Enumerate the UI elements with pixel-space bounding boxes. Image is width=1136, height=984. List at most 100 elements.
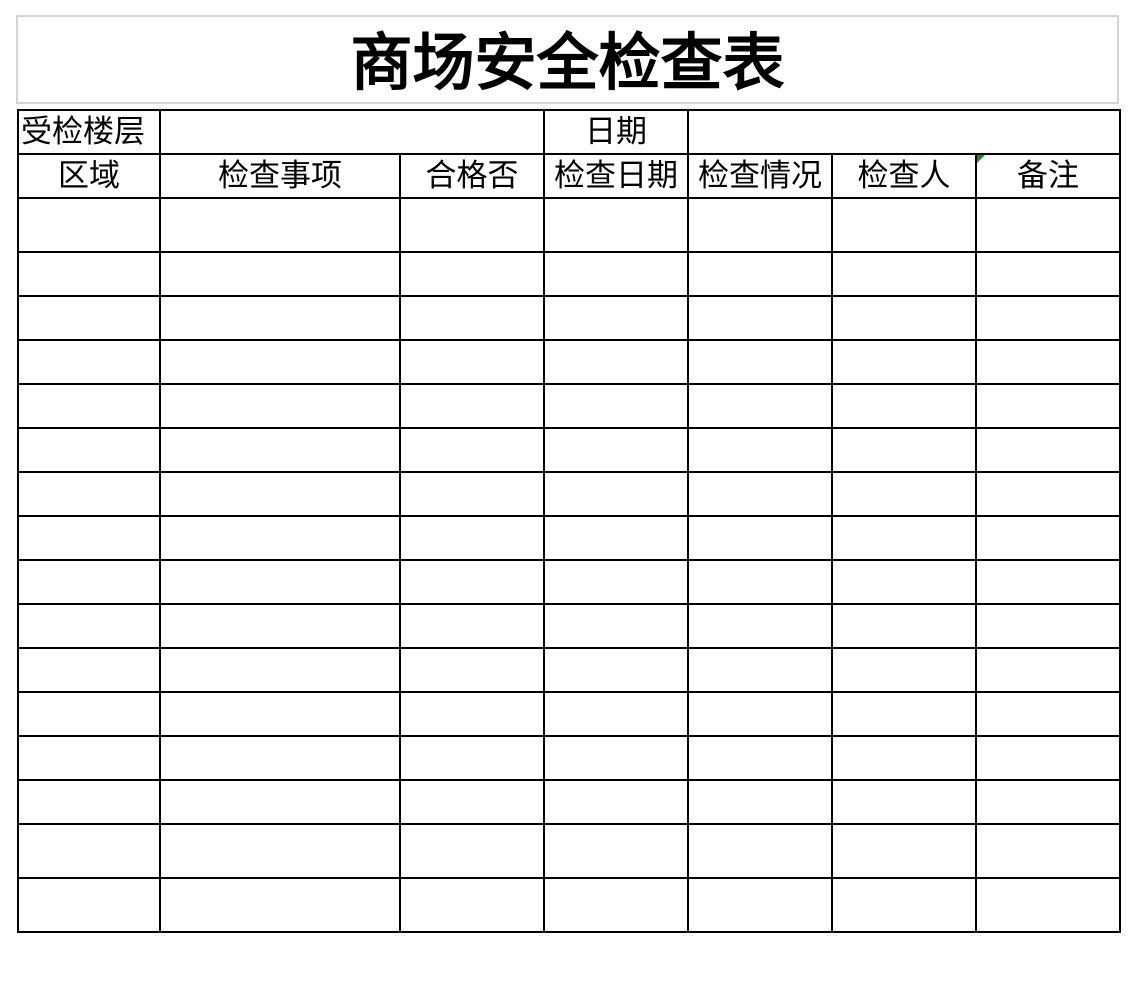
table-cell[interactable]: [17, 691, 161, 737]
table-cell[interactable]: [543, 295, 689, 341]
table-cell[interactable]: [17, 823, 161, 879]
table-cell[interactable]: [831, 471, 977, 517]
table-cell[interactable]: [974, 471, 1122, 517]
table-cell[interactable]: [17, 251, 161, 297]
table-cell[interactable]: [543, 647, 689, 693]
table-cell[interactable]: [974, 251, 1122, 297]
title-cell[interactable]: 商场安全检查表: [16, 15, 1119, 104]
table-cell[interactable]: [17, 383, 161, 429]
table-cell[interactable]: [687, 471, 833, 517]
table-cell[interactable]: [399, 251, 545, 297]
table-cell[interactable]: [17, 559, 161, 605]
table-cell[interactable]: [687, 427, 833, 473]
table-cell[interactable]: [159, 197, 401, 253]
table-cell[interactable]: [159, 515, 401, 561]
table-cell[interactable]: [831, 197, 977, 253]
table-cell[interactable]: [17, 295, 161, 341]
table-cell[interactable]: [543, 691, 689, 737]
table-cell[interactable]: [831, 427, 977, 473]
table-cell[interactable]: [687, 877, 833, 933]
table-cell[interactable]: [974, 515, 1122, 561]
table-cell[interactable]: [159, 339, 401, 385]
table-cell[interactable]: [687, 691, 833, 737]
table-cell[interactable]: [974, 735, 1122, 781]
table-cell[interactable]: [974, 339, 1122, 385]
table-cell[interactable]: [399, 383, 545, 429]
table-cell[interactable]: [17, 647, 161, 693]
table-cell[interactable]: [974, 427, 1122, 473]
table-cell[interactable]: [831, 823, 977, 879]
table-cell[interactable]: [159, 647, 401, 693]
table-cell[interactable]: [974, 603, 1122, 649]
table-cell[interactable]: [831, 877, 977, 933]
table-cell[interactable]: [543, 427, 689, 473]
table-cell[interactable]: [159, 823, 401, 879]
table-cell[interactable]: [399, 295, 545, 341]
table-cell[interactable]: [543, 515, 689, 561]
table-cell[interactable]: [399, 603, 545, 649]
table-cell[interactable]: [17, 515, 161, 561]
table-cell[interactable]: [543, 383, 689, 429]
table-cell[interactable]: [399, 559, 545, 605]
table-cell[interactable]: [831, 339, 977, 385]
table-cell[interactable]: [159, 691, 401, 737]
table-cell[interactable]: [399, 691, 545, 737]
table-cell[interactable]: [17, 197, 161, 253]
table-cell[interactable]: [543, 735, 689, 781]
table-cell[interactable]: [399, 515, 545, 561]
table-cell[interactable]: [543, 779, 689, 825]
table-cell[interactable]: [687, 559, 833, 605]
table-cell[interactable]: [159, 471, 401, 517]
table-cell[interactable]: [159, 251, 401, 297]
table-cell[interactable]: [159, 603, 401, 649]
table-cell[interactable]: [399, 735, 545, 781]
table-cell[interactable]: [974, 197, 1122, 253]
floor-value-cell[interactable]: [159, 109, 545, 155]
table-cell[interactable]: [159, 427, 401, 473]
table-cell[interactable]: [687, 647, 833, 693]
table-cell[interactable]: [159, 877, 401, 933]
table-cell[interactable]: [543, 339, 689, 385]
table-cell[interactable]: [17, 735, 161, 781]
comment-indicator-icon[interactable]: [978, 156, 985, 163]
table-cell[interactable]: [831, 295, 977, 341]
table-cell[interactable]: [543, 877, 689, 933]
table-cell[interactable]: [974, 823, 1122, 879]
table-cell[interactable]: [159, 295, 401, 341]
table-cell[interactable]: [159, 779, 401, 825]
table-cell[interactable]: [399, 823, 545, 879]
table-cell[interactable]: [543, 471, 689, 517]
table-cell[interactable]: [974, 559, 1122, 605]
table-cell[interactable]: [831, 735, 977, 781]
table-cell[interactable]: [974, 877, 1122, 933]
table-cell[interactable]: [687, 603, 833, 649]
table-cell[interactable]: [974, 383, 1122, 429]
table-cell[interactable]: [687, 295, 833, 341]
table-cell[interactable]: [974, 779, 1122, 825]
table-cell[interactable]: [543, 823, 689, 879]
table-cell[interactable]: [399, 779, 545, 825]
table-cell[interactable]: [17, 339, 161, 385]
table-cell[interactable]: [543, 603, 689, 649]
table-cell[interactable]: [831, 515, 977, 561]
table-cell[interactable]: [831, 647, 977, 693]
table-cell[interactable]: [399, 877, 545, 933]
table-cell[interactable]: [974, 647, 1122, 693]
table-cell[interactable]: [831, 251, 977, 297]
table-cell[interactable]: [974, 295, 1122, 341]
table-cell[interactable]: [831, 559, 977, 605]
table-cell[interactable]: [974, 691, 1122, 737]
table-cell[interactable]: [831, 691, 977, 737]
table-cell[interactable]: [159, 383, 401, 429]
table-cell[interactable]: [17, 471, 161, 517]
table-cell[interactable]: [687, 515, 833, 561]
table-cell[interactable]: [687, 383, 833, 429]
table-cell[interactable]: [687, 251, 833, 297]
table-cell[interactable]: [687, 339, 833, 385]
table-cell[interactable]: [159, 559, 401, 605]
table-cell[interactable]: [399, 197, 545, 253]
table-cell[interactable]: [17, 877, 161, 933]
table-cell[interactable]: [687, 779, 833, 825]
table-cell[interactable]: [399, 339, 545, 385]
table-cell[interactable]: [17, 779, 161, 825]
